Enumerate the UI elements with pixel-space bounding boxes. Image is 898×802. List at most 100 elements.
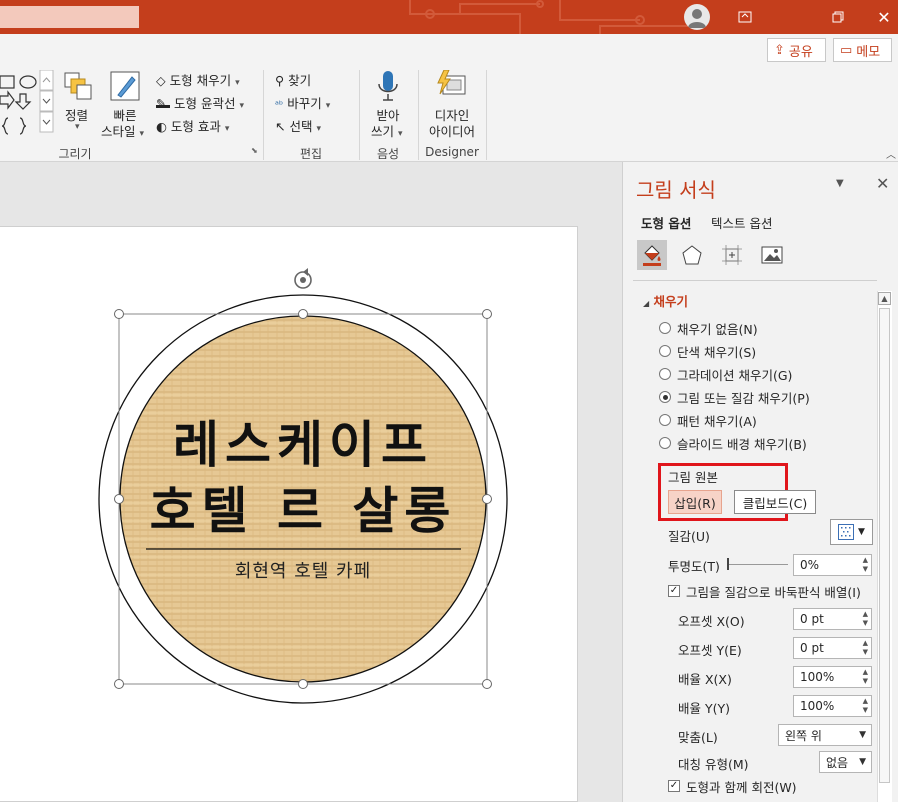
transparency-slider[interactable] xyxy=(728,564,788,565)
rotate-with-shape-checkbox-row[interactable]: ✓ 도형과 함께 회전(W) xyxy=(668,777,797,795)
texture-dropdown[interactable]: ▼ xyxy=(830,519,873,545)
offset-y-label: 오프셋 Y(E) xyxy=(678,643,742,658)
tile-picture-checkbox[interactable]: ✓ xyxy=(668,585,680,597)
rotate-handle-icon[interactable] xyxy=(294,268,312,289)
design-ideas-icon xyxy=(437,70,466,95)
alignment-select[interactable]: 왼쪽 위 ▼ xyxy=(778,724,872,746)
chevron-down-icon: ▼ xyxy=(859,757,866,767)
radio-gradient-fill[interactable]: 그라데이션 채우기(G) xyxy=(659,365,792,383)
texture-label: 질감(U) xyxy=(668,529,710,544)
search-icon: ⚲ xyxy=(275,73,285,88)
resize-handle[interactable] xyxy=(114,309,124,319)
pane-title: 그림 서식 xyxy=(636,178,716,202)
radio-button[interactable] xyxy=(659,437,671,449)
subtitle-text[interactable]: 회현역 호텔 카페 xyxy=(120,557,486,583)
share-button[interactable]: ⇪ 공유 xyxy=(767,38,826,62)
resize-handle[interactable] xyxy=(114,679,124,689)
memo-button[interactable]: ▭ 메모 xyxy=(833,38,892,62)
effects-icon[interactable] xyxy=(677,240,707,270)
radio-slide-background-fill[interactable]: 슬라이드 배경 채우기(B) xyxy=(659,434,807,452)
resize-handle[interactable] xyxy=(298,309,308,319)
fill-line-icon[interactable] xyxy=(637,240,667,270)
rotate-with-shape-checkbox[interactable]: ✓ xyxy=(668,780,680,792)
size-properties-icon[interactable] xyxy=(717,240,747,270)
alignment-label: 맞춤(L) xyxy=(678,730,718,745)
title-bar: ✕ xyxy=(0,0,898,34)
collapse-ribbon-icon[interactable]: ︿ xyxy=(886,146,896,161)
radio-solid-fill[interactable]: 단색 채우기(S) xyxy=(659,342,756,360)
scrollbar-thumb[interactable] xyxy=(879,308,890,783)
ribbon-separator xyxy=(418,70,419,160)
scale-y-label: 배율 Y(Y) xyxy=(678,701,730,716)
chevron-down-icon: ▼ xyxy=(858,527,865,537)
shapes-gallery[interactable] xyxy=(0,70,54,136)
group-label-drawing: 그리기 xyxy=(58,147,92,161)
shape-effects-button[interactable]: ◐ 도형 효과 ▾ xyxy=(156,116,229,135)
tab-text-options[interactable]: 텍스트 옵션 xyxy=(711,213,772,232)
radio-button-selected[interactable] xyxy=(659,391,671,403)
dictate-label-2: 쓰기 ▾ xyxy=(371,124,403,139)
ribbon: ⇪ 공유 ▭ 메모 정렬 ▾ 빠른 스타일 ▾ ◇ 도형 채우기 ▾ ✎ 도형 … xyxy=(0,34,898,162)
shape-outline-button[interactable]: ✎ 도형 윤곽선 ▾ xyxy=(156,93,244,112)
spinner-arrows-icon[interactable]: ▲ ▼ xyxy=(863,556,868,574)
resize-handle[interactable] xyxy=(482,679,492,689)
scroll-up-icon[interactable]: ▲ xyxy=(878,292,891,305)
mirror-type-select[interactable]: 없음 ▼ xyxy=(819,751,872,773)
insert-button[interactable]: 삽입(R) xyxy=(668,490,722,514)
picture-icon[interactable] xyxy=(757,240,787,270)
group-label-voice: 음성 xyxy=(376,147,400,161)
dialog-launcher-icon[interactable]: ⬊ xyxy=(251,146,258,155)
radio-pattern-fill[interactable]: 패턴 채우기(A) xyxy=(659,411,757,429)
spinner-arrows-icon[interactable]: ▲ ▼ xyxy=(863,668,868,686)
offset-x-input[interactable]: 0 pt ▲ ▼ xyxy=(793,608,872,630)
microphone-icon xyxy=(378,71,398,101)
transparency-input[interactable]: 0% ▲ ▼ xyxy=(793,554,872,576)
tab-shape-options[interactable]: 도형 옵션 xyxy=(641,213,691,232)
tile-picture-checkbox-row[interactable]: ✓ 그림을 질감으로 바둑판식 배열(I) xyxy=(668,582,861,600)
paint-bucket-icon: ◇ xyxy=(156,73,166,88)
slide-canvas[interactable]: 레스케이프 호텔 르 살롱 회현역 호텔 카페 xyxy=(0,226,578,802)
close-icon[interactable]: ✕ xyxy=(870,4,898,30)
pane-options-icon[interactable]: ▼ xyxy=(836,178,844,189)
account-avatar[interactable] xyxy=(684,4,710,30)
radio-picture-texture-fill[interactable]: 그림 또는 질감 채우기(P) xyxy=(659,388,810,406)
radio-button[interactable] xyxy=(659,368,671,380)
spinner-arrows-icon[interactable]: ▲ ▼ xyxy=(863,610,868,628)
quick-styles-icon xyxy=(110,71,140,101)
offset-y-input[interactable]: 0 pt ▲ ▼ xyxy=(793,637,872,659)
radio-no-fill[interactable]: 채우기 없음(N) xyxy=(659,319,758,337)
fill-section-header[interactable]: ◢ 채우기 xyxy=(643,291,688,310)
spinner-arrows-icon[interactable]: ▲ ▼ xyxy=(863,697,868,715)
restore-icon[interactable] xyxy=(824,4,852,30)
search-box[interactable] xyxy=(0,6,139,28)
shape-fill-button[interactable]: ◇ 도형 채우기 ▾ xyxy=(156,70,240,89)
radio-button[interactable] xyxy=(659,414,671,426)
resize-handle[interactable] xyxy=(482,309,492,319)
powerpoint-window: ✕ ⇪ 공유 ▭ 메모 정렬 ▾ 빠른 스타일 ▾ ◇ 도형 채우기 ▾ ✎ 도… xyxy=(0,0,898,802)
clipboard-button[interactable]: 클립보드(C) xyxy=(734,490,816,514)
cursor-icon: ↖ xyxy=(275,119,286,134)
replace-button[interactable]: ᵃᵇ 바꾸기 ▾ xyxy=(275,93,330,112)
format-picture-pane: 그림 서식 ▼ ✕ 도형 옵션 텍스트 옵션 ◢ 채우기 채우기 없음(N) 단… xyxy=(622,162,898,802)
title-text-line-2[interactable]: 호텔 르 살롱 xyxy=(120,471,486,543)
select-button[interactable]: ↖ 선택 ▾ xyxy=(275,116,321,135)
offset-x-label: 오프셋 X(O) xyxy=(678,614,745,629)
comment-icon: ▭ xyxy=(840,42,853,58)
ribbon-display-icon[interactable] xyxy=(731,4,759,30)
title-text-line-1[interactable]: 레스케이프 xyxy=(120,405,486,477)
close-icon[interactable]: ✕ xyxy=(876,174,889,193)
share-label: 공유 xyxy=(788,44,813,60)
effects-icon: ◐ xyxy=(156,119,167,134)
resize-handle[interactable] xyxy=(298,679,308,689)
spinner-arrows-icon[interactable]: ▲ ▼ xyxy=(863,639,868,657)
picture-source-label: 그림 원본 xyxy=(668,470,718,485)
pane-divider xyxy=(633,280,877,281)
radio-button[interactable] xyxy=(659,322,671,334)
find-button[interactable]: ⚲ 찾기 xyxy=(275,70,311,89)
scale-x-input[interactable]: 100% ▲ ▼ xyxy=(793,666,872,688)
radio-button[interactable] xyxy=(659,345,671,357)
chevron-down-icon: ▾ xyxy=(75,122,80,132)
mirror-type-label: 대칭 유형(M) xyxy=(678,757,749,772)
scale-y-input[interactable]: 100% ▲ ▼ xyxy=(793,695,872,717)
transparency-slider-thumb[interactable] xyxy=(727,558,729,570)
